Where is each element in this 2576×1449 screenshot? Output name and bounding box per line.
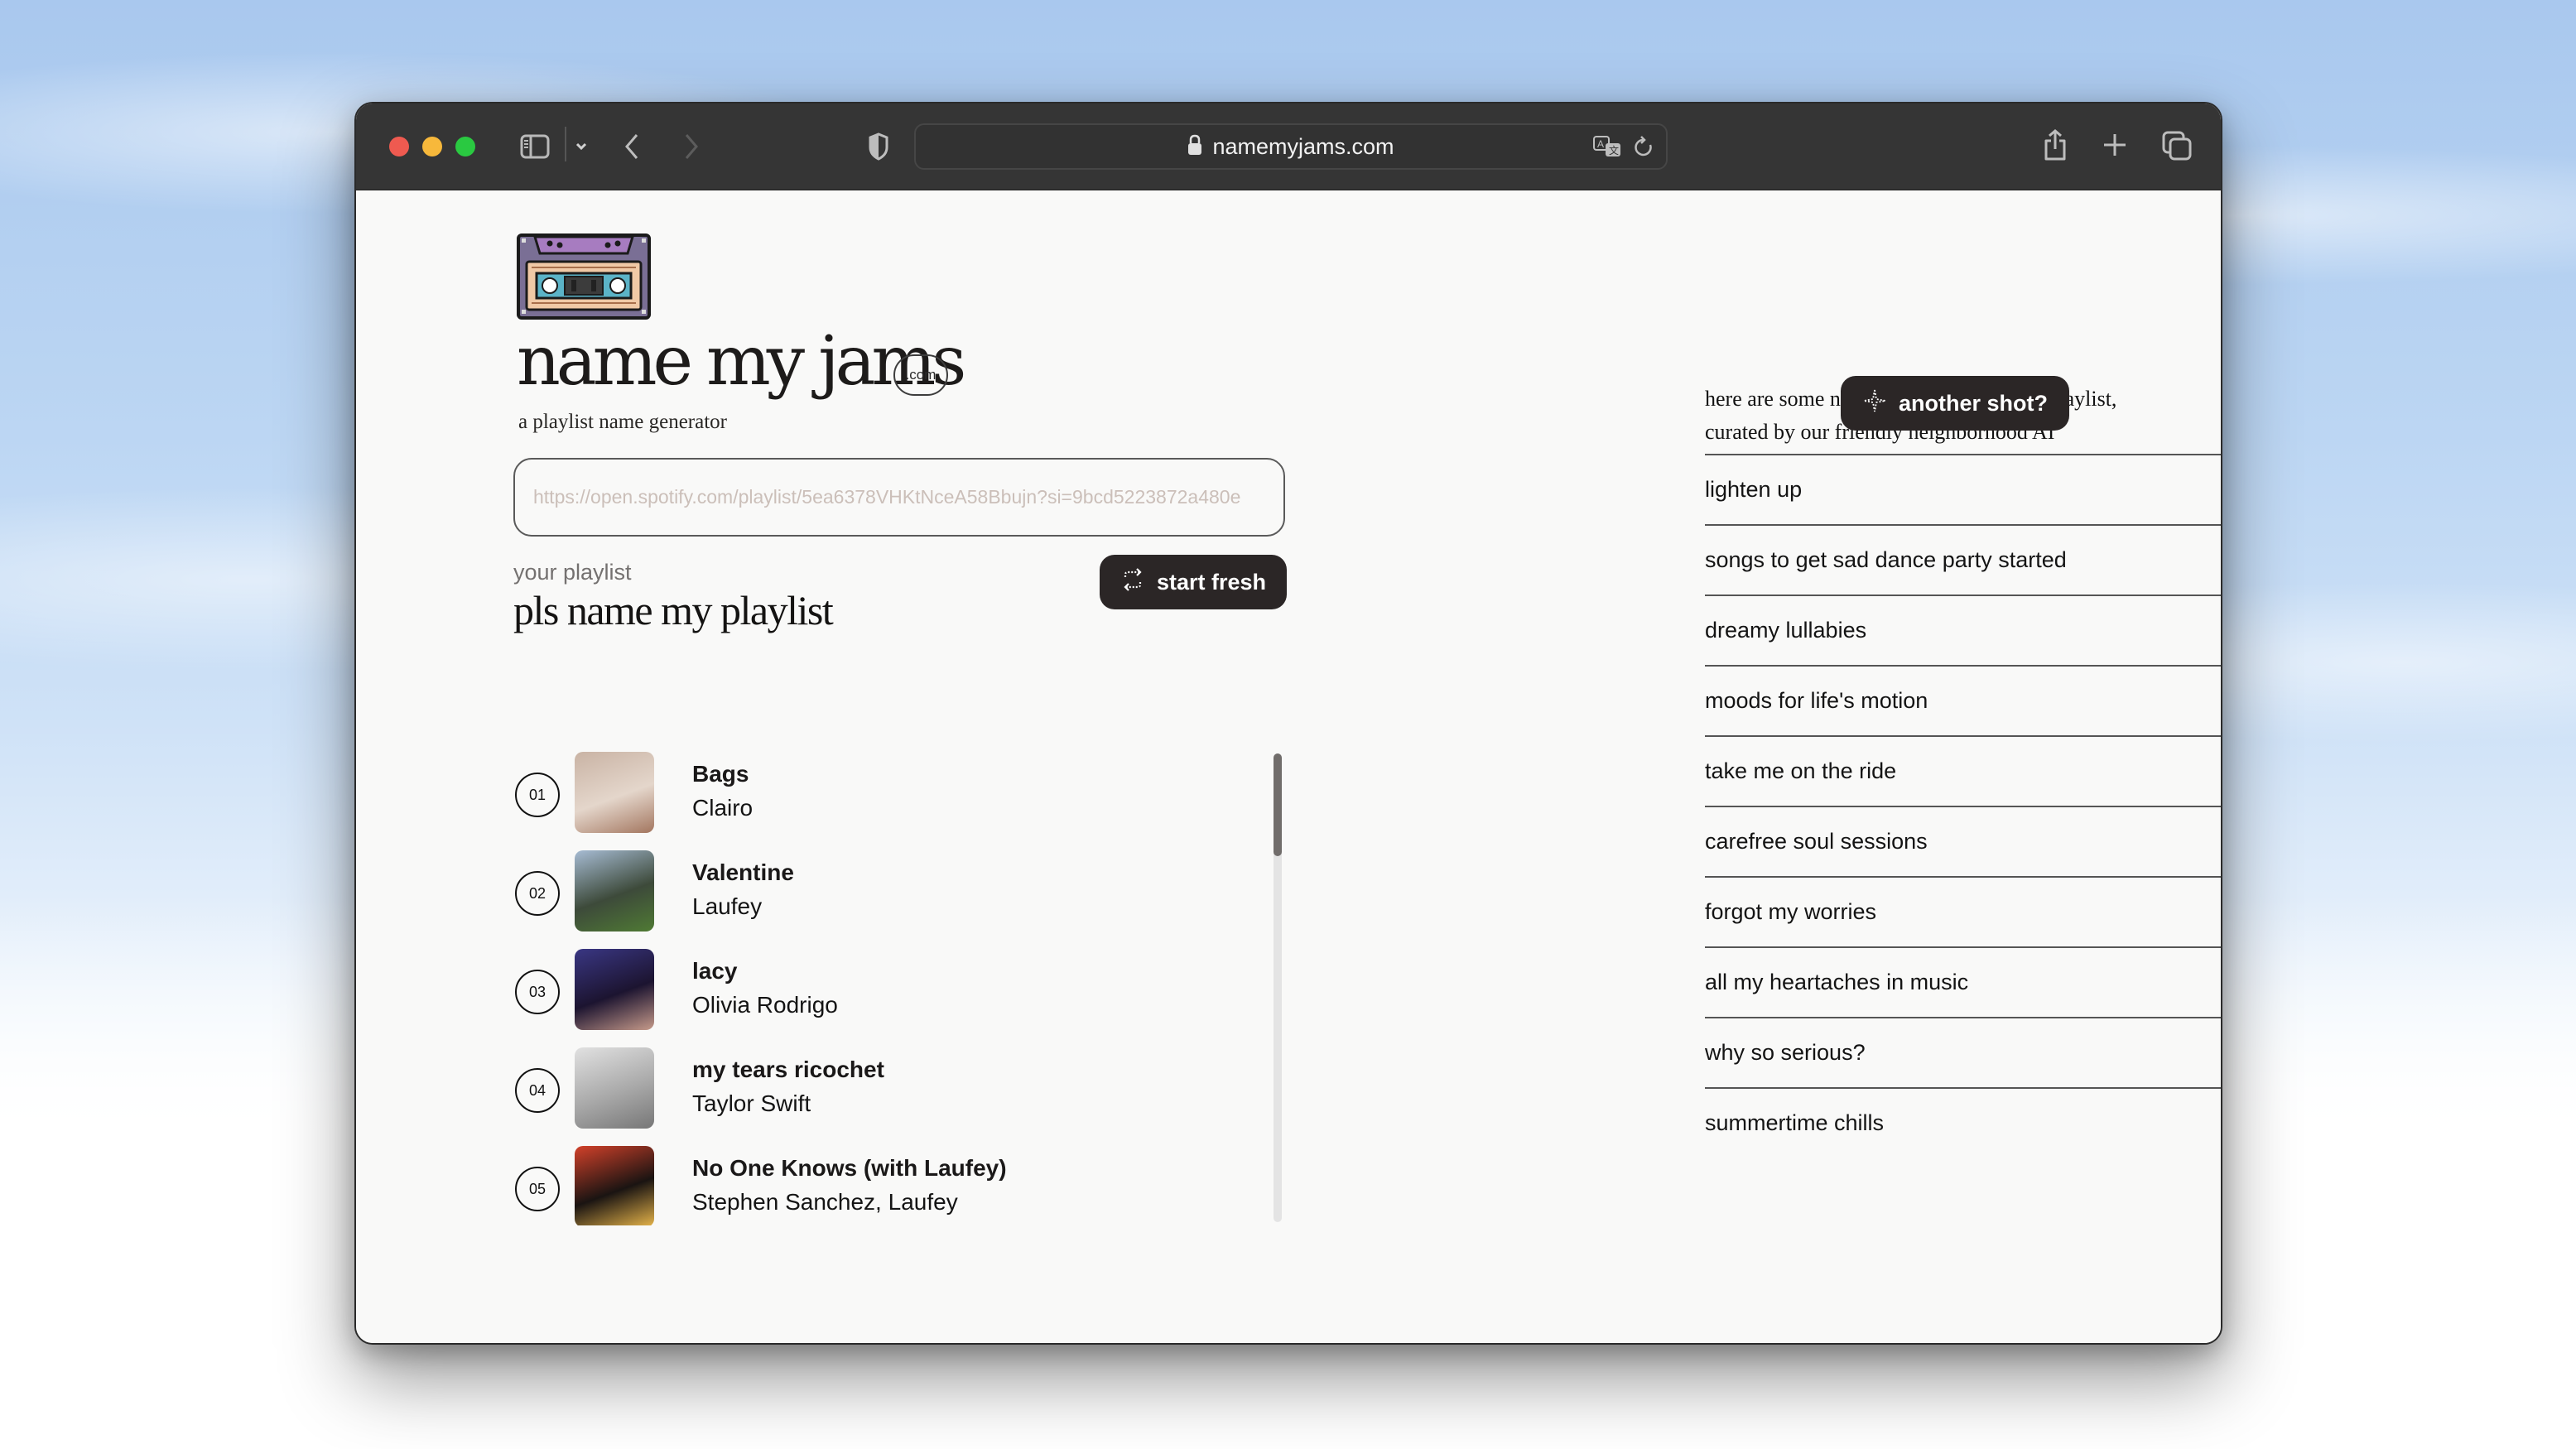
track-row[interactable]: 01 Bags Clairo <box>513 752 1259 835</box>
track-title: lacy <box>692 958 738 984</box>
minimize-window-button[interactable] <box>422 137 442 156</box>
track-artist: Stephen Sanchez, Laufey <box>692 1189 958 1215</box>
name-idea-text: lighten up <box>1705 477 1803 502</box>
sparkle-icon <box>1862 388 1887 419</box>
name-idea-text: songs to get sad dance party started <box>1705 547 2067 572</box>
share-icon[interactable] <box>2040 127 2070 163</box>
shield-icon[interactable] <box>866 132 891 161</box>
track-number: 03 <box>515 970 560 1014</box>
playlist-title: pls name my playlist <box>513 587 834 633</box>
lock-icon <box>1187 134 1202 160</box>
close-window-button[interactable] <box>389 137 409 156</box>
browser-window: namemyjams.com A文 name my jams .com a pl… <box>354 102 2222 1345</box>
spotify-playlist-url-input[interactable] <box>513 458 1285 537</box>
address-bar[interactable]: namemyjams.com A文 <box>914 123 1668 170</box>
name-idea-row: lighten up <box>1705 454 2221 524</box>
repeat-icon <box>1120 567 1145 598</box>
svg-text:文: 文 <box>1609 144 1619 156</box>
track-row[interactable]: 03 lacy Olivia Rodrigo <box>513 949 1259 1032</box>
chevron-down-icon[interactable] <box>571 137 591 156</box>
track-number: 02 <box>515 871 560 916</box>
reload-icon[interactable] <box>1631 135 1656 160</box>
name-idea-row: songs to get sad dance party started <box>1705 524 2221 595</box>
name-idea-row: forgot my worries <box>1705 876 2221 946</box>
track-title: my tears ricochet <box>692 1057 884 1082</box>
name-idea-row: all my heartaches in music <box>1705 946 2221 1017</box>
forward-icon[interactable] <box>679 130 704 163</box>
translate-icon[interactable]: A文 <box>1591 133 1623 161</box>
track-number: 04 <box>515 1068 560 1113</box>
name-idea-row: why so serious? <box>1705 1017 2221 1087</box>
site-tagline: a playlist name generator <box>518 411 727 433</box>
name-idea-text: moods for life's motion <box>1705 688 1928 713</box>
name-idea-text: summertime chills <box>1705 1110 1885 1135</box>
album-art <box>575 949 654 1030</box>
svg-text:A: A <box>1597 138 1604 150</box>
track-artist: Clairo <box>692 795 754 821</box>
name-idea-row: moods for life's motion <box>1705 665 2221 735</box>
track-title: Bags <box>692 761 749 787</box>
name-idea-text: all my heartaches in music <box>1705 970 1969 994</box>
track-title: Valentine <box>692 859 794 885</box>
track-artist: Olivia Rodrigo <box>692 992 838 1018</box>
track-number: 05 <box>515 1167 560 1211</box>
name-idea-text: forgot my worries <box>1705 899 1877 924</box>
album-art <box>575 1146 654 1225</box>
url-text: namemyjams.com <box>1212 133 1394 159</box>
track-list: 01 Bags Clairo 02 Valentine Laufey 03 lacy Olivi… <box>513 752 1259 1225</box>
cassette-tape-icon <box>517 233 651 320</box>
name-idea-row: take me on the ride <box>1705 735 2221 806</box>
toolbar-divider <box>565 127 566 161</box>
track-artist: Laufey <box>692 893 763 919</box>
track-list-scrollbar[interactable] <box>1274 753 1282 1222</box>
track-artist: Taylor Swift <box>692 1090 811 1116</box>
name-idea-text: carefree soul sessions <box>1705 829 1928 854</box>
track-row[interactable]: 04 my tears ricochet Taylor Swift <box>513 1047 1259 1130</box>
another-shot-label: another shot? <box>1899 390 2048 416</box>
browser-toolbar: namemyjams.com A文 <box>356 104 2221 190</box>
another-shot-button[interactable]: another shot? <box>1841 376 2069 431</box>
name-idea-row: summertime chills <box>1705 1087 2221 1158</box>
name-idea-text: why so serious? <box>1705 1040 1866 1065</box>
track-number: 01 <box>515 773 560 817</box>
your-playlist-label: your playlist <box>513 560 632 585</box>
name-idea-text: dreamy lullabies <box>1705 618 1867 643</box>
album-art <box>575 1047 654 1129</box>
back-icon[interactable] <box>619 130 644 163</box>
start-fresh-button[interactable]: start fresh <box>1100 555 1287 609</box>
maximize-window-button[interactable] <box>455 137 475 156</box>
name-idea-row: dreamy lullabies <box>1705 595 2221 665</box>
track-row[interactable]: 02 Valentine Laufey <box>513 850 1259 933</box>
name-idea-text: take me on the ride <box>1705 758 1897 783</box>
track-row[interactable]: 05 No One Knows (with Laufey) Stephen Sanc… <box>513 1146 1259 1225</box>
name-ideas-list: lighten up songs to get sad dance party s… <box>1705 454 2221 1158</box>
page-content: name my jams .com a playlist name genera… <box>356 190 2221 1343</box>
start-fresh-label: start fresh <box>1156 569 1267 595</box>
scrollbar-thumb[interactable] <box>1274 753 1282 856</box>
tld-badge: .com <box>893 354 948 396</box>
album-art <box>575 752 654 833</box>
sidebar-icon[interactable] <box>518 132 551 161</box>
tab-overview-icon[interactable] <box>2161 130 2193 161</box>
track-title: No One Knows (with Laufey) <box>692 1155 1007 1181</box>
new-tab-icon[interactable] <box>2102 132 2128 158</box>
name-idea-row: carefree soul sessions <box>1705 806 2221 876</box>
album-art <box>575 850 654 932</box>
